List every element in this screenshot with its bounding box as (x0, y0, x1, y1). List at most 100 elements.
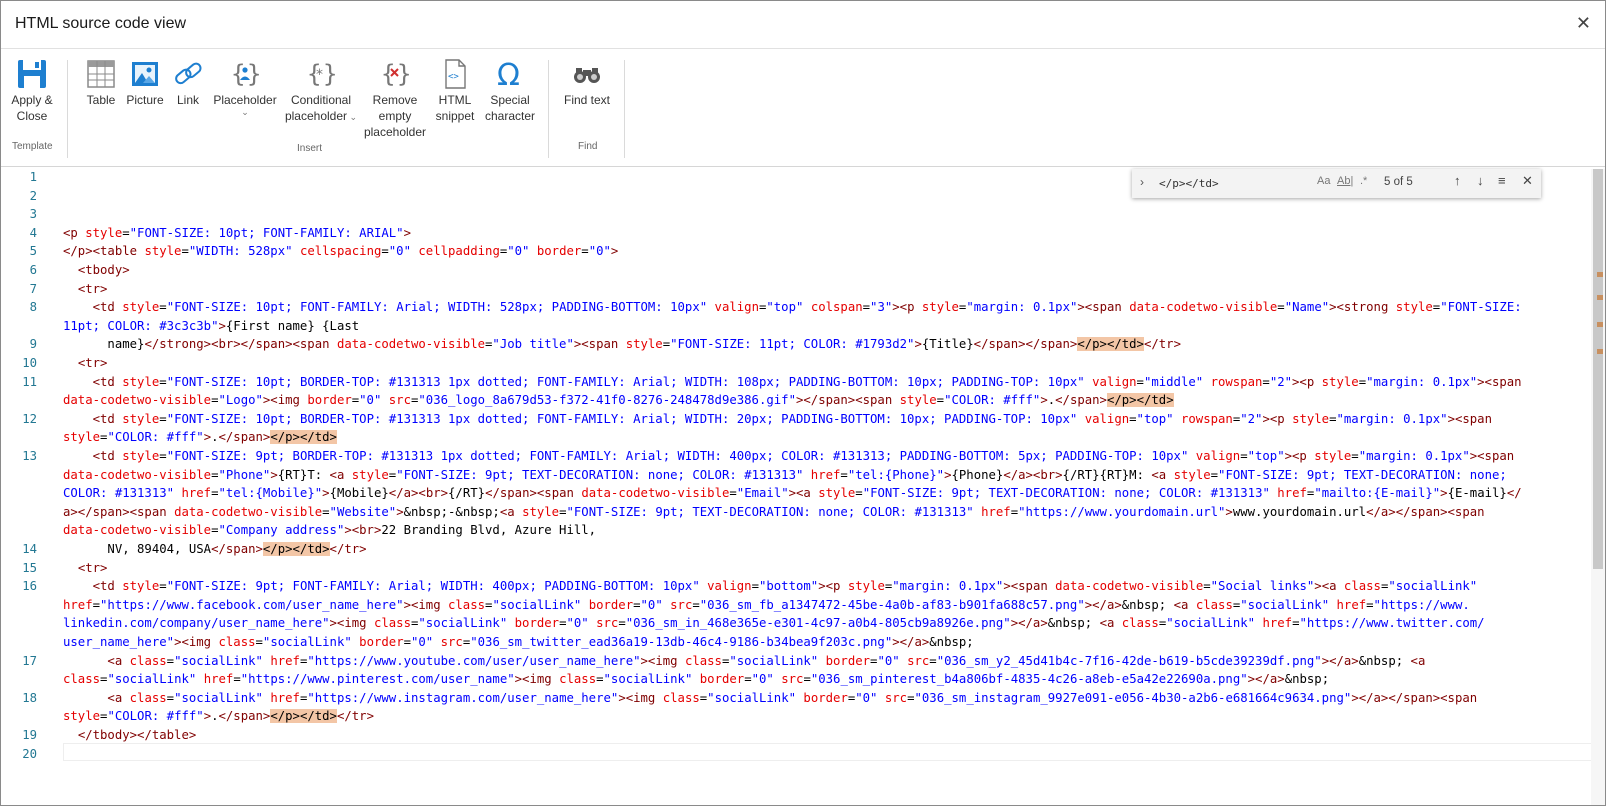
special-character-button[interactable]: Ω Special character (483, 58, 537, 124)
code-line[interactable]: 14 NV, 89404, USA</span></p></td></tr> (1, 540, 1595, 559)
code-line[interactable]: 3 (1, 205, 1595, 224)
code-line[interactable]: 8 <td style="FONT-SIZE: 10pt; FONT-FAMIL… (1, 298, 1595, 317)
code-text: <tr> (63, 280, 1579, 299)
code-line[interactable]: 13 <td style="FONT-SIZE: 9pt; BORDER-TOP… (1, 447, 1595, 466)
code-token: . (211, 709, 219, 724)
insert-link-button[interactable]: Link (167, 58, 209, 108)
code-token: &nbsp; (1047, 616, 1100, 631)
code-token: ><span (1477, 374, 1522, 389)
scrollbar-thumb[interactable] (1593, 169, 1603, 569)
close-icon[interactable]: ✕ (1576, 13, 1591, 33)
code-line[interactable]: linkedin.com/company/user_name_here"><im… (1, 614, 1595, 633)
svg-text:}: } (247, 60, 261, 88)
code-token: </span> (218, 709, 271, 724)
code-token: "036_sm_pinterest_b4a806bf-4835-4c26-a8e… (810, 672, 1248, 687)
code-token: = (744, 672, 752, 687)
code-token: ><img (262, 393, 308, 408)
code-token: "0" (388, 244, 411, 259)
code-line[interactable]: 19 </tbody></table> (1, 726, 1595, 745)
code-line[interactable]: 9 name}</strong><br></span><span data-co… (1, 335, 1595, 354)
code-token: = (1366, 597, 1374, 612)
code-line[interactable]: 6 <tbody> (1, 261, 1595, 280)
code-token: class (1121, 616, 1159, 631)
code-token: "margin: 0.1px" (966, 300, 1078, 315)
code-token: "socialLink" (1388, 579, 1478, 594)
match-marker (1597, 322, 1603, 327)
code-token: "socialLink" (418, 616, 508, 631)
line-number: 2 (29, 188, 37, 203)
regex-toggle[interactable]: .* (1360, 175, 1367, 187)
insert-placeholder-button[interactable]: { } Placeholder ⌄ (211, 58, 279, 117)
code-line[interactable]: style="COLOR: #fff">.</span></p></td> (1, 428, 1595, 447)
code-line[interactable]: 11pt; COLOR: #3c3c3b">{First name} {Last (1, 317, 1595, 336)
code-text: <td style="FONT-SIZE: 10pt; BORDER-TOP: … (63, 410, 1579, 429)
code-token: = (751, 579, 759, 594)
code-token: &nbsp; (1358, 653, 1411, 668)
code-line[interactable]: 17 <a class="socialLink" href="https://w… (1, 652, 1595, 671)
code-line[interactable]: data-codetwo-visible="Company address"><… (1, 521, 1595, 540)
code-line[interactable]: style="COLOR: #fff">.</span></p></td></t… (1, 707, 1595, 726)
code-token: "0" (566, 616, 589, 631)
code-token: = (936, 393, 945, 408)
code-line[interactable]: COLOR: #131313" href="tel:{Mobile}">{Mob… (1, 484, 1595, 503)
previous-match-icon[interactable]: ↑ (1454, 173, 1461, 188)
close-find-icon[interactable]: ✕ (1522, 173, 1533, 189)
code-line[interactable]: 11 <td style="FONT-SIZE: 10pt; BORDER-TO… (1, 373, 1595, 392)
ribbon-separator (624, 60, 625, 158)
code-line[interactable]: class="socialLink" href="https://www.pin… (1, 670, 1595, 689)
code-token: border (536, 244, 582, 259)
find-input[interactable] (1154, 172, 1394, 194)
code-line[interactable]: a></span><span data-codetwo-visible="Web… (1, 503, 1595, 522)
code-line[interactable]: 10 <tr> (1, 354, 1595, 373)
code-line[interactable]: 5 </p><table style="WIDTH: 528px" cellspa… (1, 242, 1595, 261)
code-token: = (1010, 504, 1019, 519)
code-line[interactable]: 15 <tr> (1, 559, 1595, 578)
code-token: "tel:{Mobile}" (218, 486, 323, 501)
line-number: 19 (22, 728, 37, 742)
code-token: = (1292, 616, 1300, 631)
dialog-title: HTML source code view (15, 15, 187, 32)
code-token: class (1343, 579, 1381, 594)
next-match-icon[interactable]: ↓ (1477, 173, 1484, 188)
code-token: "Email" (736, 486, 789, 501)
code-token: <a (329, 467, 352, 482)
code-line[interactable]: 7 <tr> (1, 280, 1595, 299)
code-line[interactable]: 16 <td style="FONT-SIZE: 9pt; FONT-FAMIL… (1, 577, 1595, 596)
insert-picture-button[interactable]: Picture (124, 58, 166, 108)
code-token: = (211, 486, 219, 501)
apply-close-button[interactable]: Apply & Close (9, 58, 55, 124)
code-line[interactable]: href="https://www.facebook.com/user_name… (1, 596, 1595, 615)
code-token: "top" (1136, 411, 1174, 426)
code-token: <td (92, 449, 123, 463)
whole-word-toggle[interactable]: Ab| (1337, 175, 1353, 187)
code-line[interactable]: 4 <p style="FONT-SIZE: 10pt; FONT-FAMILY:… (1, 224, 1595, 243)
find-in-selection-icon[interactable]: ≡ (1498, 173, 1506, 188)
code-token: "https://www.pinterest.com/user_name" (240, 672, 515, 687)
conditional-placeholder-label: Conditional placeholder ⌄ (284, 93, 358, 123)
match-case-toggle[interactable]: Aa (1317, 175, 1330, 187)
remove-empty-placeholder-button[interactable]: { } Remove empty placeholder (361, 58, 429, 140)
code-token: = (618, 616, 626, 631)
code-line[interactable]: user_name_here"><img class="socialLink" … (1, 633, 1595, 652)
code-line[interactable]: data-codetwo-visible="Logo"><img border=… (1, 391, 1595, 410)
find-text-button[interactable]: Find text (559, 58, 615, 108)
code-token: = (581, 244, 589, 259)
conditional-placeholder-button[interactable]: { } * Conditional placeholder ⌄ (284, 58, 358, 125)
code-token: "top" (766, 300, 804, 315)
code-token: border (803, 690, 848, 705)
html-snippet-button[interactable]: <> HTML snippet (433, 58, 477, 124)
code-line[interactable]: 18 <a class="socialLink" href="https://w… (1, 689, 1595, 708)
code-token: border (359, 635, 404, 649)
code-line[interactable]: data-codetwo-visible = "Phone">{RT}T: <a s… (1, 466, 1595, 485)
toggle-replace-icon[interactable]: › (1140, 175, 1144, 189)
insert-table-button[interactable]: Table (79, 58, 123, 108)
code-editor[interactable]: 1 2 3 4 <p style="FONT-SIZE: 10pt; FONT-FAMI… (1, 168, 1605, 805)
code-token: cellspacing (299, 244, 382, 259)
code-line[interactable]: 12 <td style="FONT-SIZE: 10pt; BORDER-TO… (1, 410, 1595, 429)
code-token: "2" (1240, 411, 1263, 426)
